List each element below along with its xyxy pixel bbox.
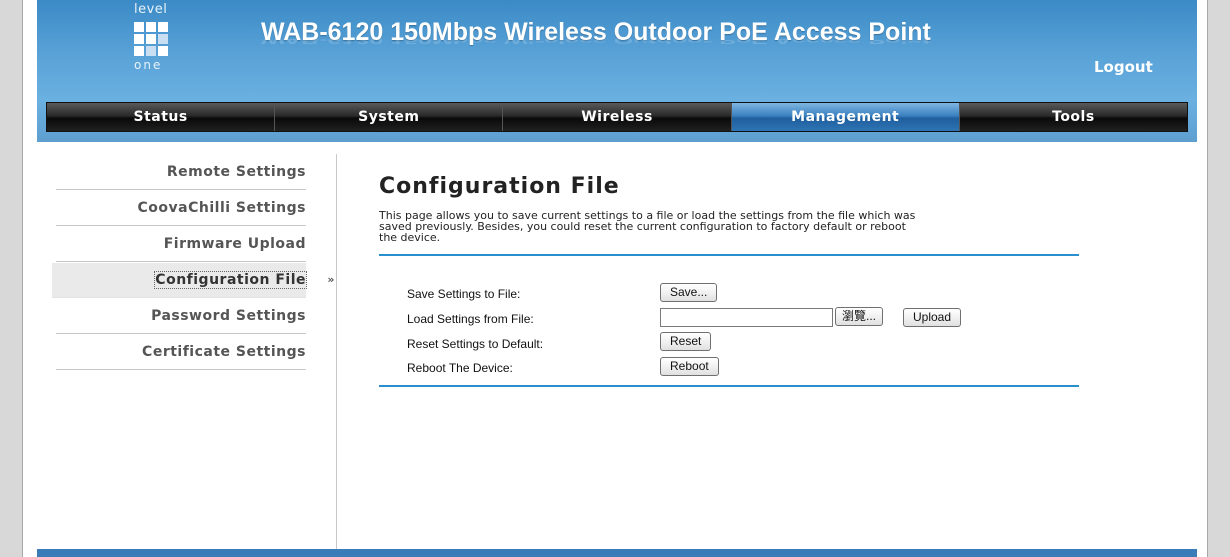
nav-tab-system[interactable]: System [275,103,504,131]
sidebar-item-label: Password Settings [151,308,306,324]
sidebar: Remote Settings CoovaChilli Settings Fir… [52,154,336,549]
sidebar-item-remote-settings[interactable]: Remote Settings [56,155,306,190]
bottom-bar [37,549,1197,557]
nav-tab-wireless[interactable]: Wireless [503,103,732,131]
sidebar-item-label: Certificate Settings [142,344,306,360]
load-settings-label: Load Settings from File: [407,312,534,326]
page-description: This page allows you to save current set… [379,210,1079,243]
save-button[interactable]: Save... [660,283,718,302]
sidebar-item-certificate-settings[interactable]: Certificate Settings [56,335,306,370]
file-path-input[interactable] [660,308,833,327]
upload-button[interactable]: Upload [903,308,962,327]
save-settings-label: Save Settings to File: [407,287,521,301]
levelone-logo: level one [132,2,182,78]
divider-bottom [379,385,1079,387]
logout-link[interactable]: Logout [1094,58,1153,76]
reset-button[interactable]: Reset [660,332,712,351]
device-title-reflection: WAB-6120 150Mbps Wireless Outdoor PoE Ac… [261,35,931,45]
main-nav: Status System Wireless Management Tools [46,102,1188,132]
page-frame: level one WAB-6120 150Mbps Wireless Outd… [0,0,1230,557]
active-arrow-icon: » [327,273,335,286]
page-title: Configuration File [379,174,620,199]
reboot-device-label: Reboot The Device: [407,361,513,375]
content-area: Remote Settings CoovaChilli Settings Fir… [52,154,1187,549]
sidebar-item-configuration-file[interactable]: Configuration File » [52,263,335,298]
sidebar-item-firmware-upload[interactable]: Firmware Upload [56,227,306,262]
page-description-line: saved previously. Besides, you could res… [379,220,906,233]
sidebar-item-password-settings[interactable]: Password Settings [56,299,306,334]
logo-text-bottom: one [134,58,163,72]
logo-grid-icon [134,22,168,56]
sidebar-item-label: Firmware Upload [163,236,306,252]
main-panel: Configuration File This page allows you … [336,154,1187,549]
sidebar-item-coovachilli-settings[interactable]: CoovaChilli Settings [56,191,306,226]
sidebar-item-label: CoovaChilli Settings [137,200,306,216]
sidebar-item-label: Remote Settings [166,164,306,180]
nav-tab-management[interactable]: Management [731,103,960,131]
sidebar-item-label: Configuration File [154,271,307,289]
nav-tab-tools[interactable]: Tools [960,103,1187,131]
left-border [0,0,23,557]
logo-text-top: level [134,2,168,17]
reboot-button[interactable]: Reboot [660,357,719,376]
page-description-line: the device. [379,231,441,244]
reset-settings-label: Reset Settings to Default: [407,337,544,351]
nav-tab-status[interactable]: Status [47,103,276,131]
divider-top [379,254,1079,256]
right-border [1207,0,1230,557]
browse-button[interactable]: 瀏覽... [835,307,884,326]
